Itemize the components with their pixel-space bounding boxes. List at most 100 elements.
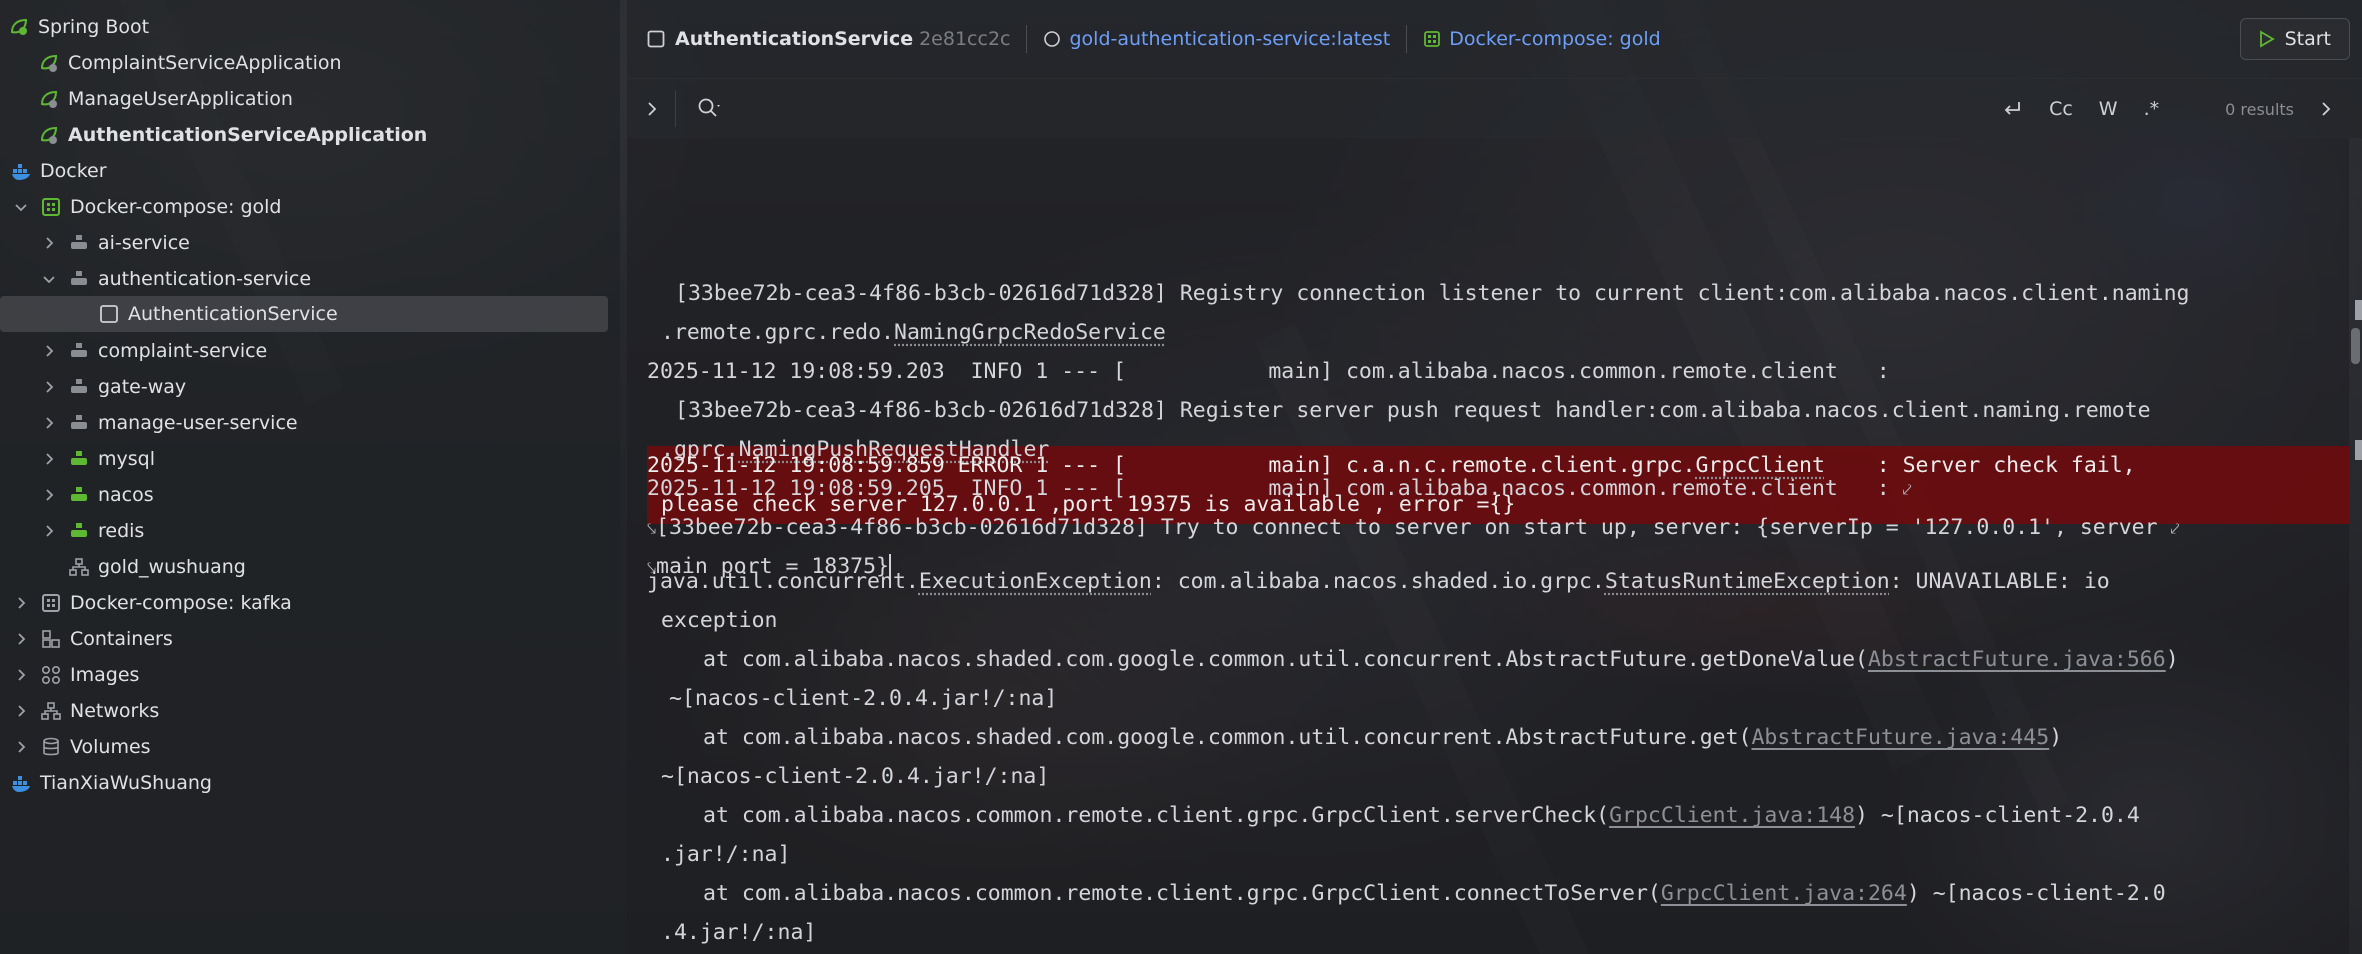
container-id: 2e81cc2c: [919, 28, 1011, 50]
service-icon: [68, 340, 90, 362]
tree-item-authentication-service-container[interactable]: AuthenticationService: [0, 296, 608, 332]
image-link[interactable]: gold-authentication-service:latest: [1043, 28, 1390, 50]
chevron-right-icon[interactable]: [42, 452, 56, 466]
tree-item-spring-boot[interactable]: Spring Boot: [8, 10, 149, 44]
tree-item-docker-compose-kafka[interactable]: Docker-compose: kafka: [14, 586, 292, 620]
service-icon: [68, 268, 90, 290]
source-link[interactable]: GrpcClient.java:148: [1609, 803, 1855, 828]
tree-item-docker[interactable]: Docker: [10, 154, 107, 188]
log-search-bar: Cc W .* 0 results: [627, 78, 2362, 138]
tree-item-label: Images: [70, 664, 140, 686]
spring-app-icon: [38, 124, 60, 146]
chevron-right-icon[interactable]: [14, 740, 28, 754]
chevron-down-icon[interactable]: [14, 200, 28, 214]
tree-item-authentication-service-app[interactable]: AuthenticationServiceApplication: [38, 118, 427, 152]
tree-item-label: ai-service: [98, 232, 190, 254]
chevron-right-icon[interactable]: [42, 380, 56, 394]
running-service-icon: [68, 520, 90, 542]
spring-boot-icon: [8, 16, 30, 38]
container-log-panel: AuthenticationService 2e81cc2c gold-auth…: [627, 0, 2362, 954]
tree-item-nacos[interactable]: nacos: [42, 478, 154, 512]
start-button-label: Start: [2284, 28, 2331, 50]
log-console[interactable]: [33bee72b-cea3-4f86-b3cb-02616d71d328] R…: [627, 138, 2349, 954]
toolbar-divider: [1026, 25, 1028, 53]
tree-item-gold-wushuang[interactable]: gold_wushuang: [68, 550, 246, 584]
error-log-line: please check server 127.0.0.1 ,port 1937…: [661, 492, 1516, 517]
tree-item-complaint-service-app[interactable]: ComplaintServiceApplication: [38, 46, 342, 80]
whole-words-toggle[interactable]: W: [2099, 98, 2118, 120]
compose-icon: [40, 592, 62, 614]
service-icon: [68, 232, 90, 254]
edge-marker: [2355, 300, 2362, 320]
tree-item-label: Docker: [40, 160, 107, 182]
console-scrollbar[interactable]: [2349, 138, 2362, 954]
spring-app-icon: [38, 88, 60, 110]
match-case-toggle[interactable]: Cc: [2049, 98, 2073, 120]
chevron-right-icon[interactable]: [14, 668, 28, 682]
source-link[interactable]: GrpcClient.java:264: [1661, 881, 1907, 906]
expand-chevron-icon[interactable]: [645, 101, 659, 117]
tree-item-label: TianXiaWuShuang: [40, 772, 212, 794]
tree-item-label: Networks: [70, 700, 160, 722]
log-line: [33bee72b-cea3-4f86-b3cb-02616d71d328] R…: [675, 281, 2190, 306]
chevron-right-icon[interactable]: [42, 524, 56, 538]
tree-item-mysql[interactable]: mysql: [42, 442, 155, 476]
next-result-chevron-icon[interactable]: [2320, 101, 2332, 117]
log-line: 2025-11-12 19:08:59.203 INFO 1 --- [ mai…: [647, 359, 1890, 384]
chevron-down-icon[interactable]: [42, 272, 56, 286]
soft-wrap-icon: ⤥: [647, 519, 657, 538]
source-link[interactable]: AbstractFuture.java:566: [1868, 647, 2166, 672]
tree-item-manage-user-app[interactable]: ManageUserApplication: [38, 82, 293, 116]
regex-toggle[interactable]: .*: [2144, 98, 2160, 120]
soft-wrap-icon: ⤦: [2170, 519, 2180, 538]
exception-line: exception: [661, 608, 778, 633]
chevron-right-icon[interactable]: [42, 236, 56, 250]
tree-item-images[interactable]: Images: [14, 658, 139, 692]
search-options: Cc W .* 0 results: [2001, 79, 2332, 139]
chevron-right-icon[interactable]: [42, 344, 56, 358]
tree-item-label: nacos: [98, 484, 154, 506]
tree-item-containers[interactable]: Containers: [14, 622, 173, 656]
container-toolbar: AuthenticationService 2e81cc2c gold-auth…: [627, 0, 2362, 78]
start-button[interactable]: Start: [2239, 18, 2350, 60]
compose-link-label[interactable]: Docker-compose: gold: [1449, 28, 1661, 50]
tree-item-label: Docker-compose: kafka: [70, 592, 292, 614]
containers-icon: [40, 628, 62, 650]
compose-icon: [40, 196, 62, 218]
images-icon: [40, 664, 62, 686]
tree-item-complaint-service[interactable]: complaint-service: [42, 334, 267, 368]
stack-frame: at com.alibaba.nacos.common.remote.clien…: [703, 881, 2166, 906]
stack-frame: .4.jar!/:na]: [661, 920, 817, 945]
tree-item-label: mysql: [98, 448, 155, 470]
chevron-right-icon[interactable]: [14, 596, 28, 610]
stack-frame: .jar!/:na]: [661, 842, 791, 867]
running-service-icon: [68, 484, 90, 506]
tree-item-label: Containers: [70, 628, 173, 650]
running-service-icon: [68, 448, 90, 470]
search-icon[interactable]: [697, 97, 723, 121]
compose-link[interactable]: Docker-compose: gold: [1423, 28, 1661, 50]
image-link-label[interactable]: gold-authentication-service:latest: [1069, 28, 1390, 50]
stack-frame: ~[nacos-client-2.0.4.jar!/:na]: [661, 764, 1050, 789]
tree-item-manage-user-service[interactable]: manage-user-service: [42, 406, 298, 440]
chevron-right-icon[interactable]: [42, 416, 56, 430]
chevron-right-icon[interactable]: [14, 704, 28, 718]
newline-icon[interactable]: [2001, 99, 2023, 119]
scrollbar-thumb[interactable]: [2351, 328, 2360, 364]
tree-item-tianxiawushuang[interactable]: TianXiaWuShuang: [10, 766, 212, 800]
tree-item-gate-way[interactable]: gate-way: [42, 370, 186, 404]
stack-frame: at com.alibaba.nacos.shaded.com.google.c…: [703, 647, 2179, 672]
chevron-right-icon[interactable]: [42, 488, 56, 502]
chevron-right-icon[interactable]: [14, 632, 28, 646]
tree-item-volumes[interactable]: Volumes: [14, 730, 151, 764]
tree-item-docker-compose-gold[interactable]: Docker-compose: gold: [14, 190, 282, 224]
tree-item-ai-service[interactable]: ai-service: [42, 226, 190, 260]
tree-item-networks[interactable]: Networks: [14, 694, 159, 728]
tree-item-label: manage-user-service: [98, 412, 298, 434]
source-link[interactable]: AbstractFuture.java:445: [1751, 725, 2049, 750]
search-input[interactable]: [737, 91, 1837, 127]
container-title: AuthenticationService 2e81cc2c: [647, 28, 1010, 50]
tree-item-authentication-service[interactable]: authentication-service: [42, 262, 311, 296]
tree-item-label: complaint-service: [98, 340, 268, 362]
tree-item-redis[interactable]: redis: [42, 514, 144, 548]
